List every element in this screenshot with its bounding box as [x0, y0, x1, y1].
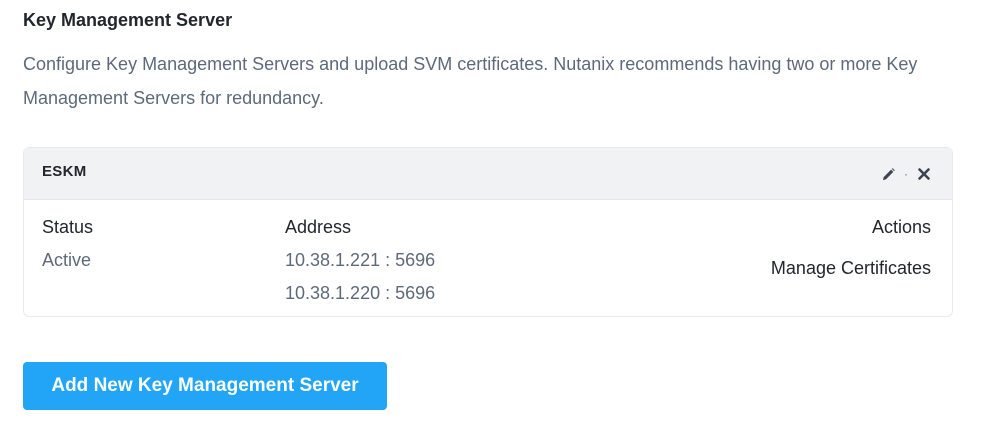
section-description: Configure Key Management Servers and upl…: [23, 54, 918, 108]
card-body: Status Active Address 10.38.1.221 : 5696…: [24, 200, 952, 316]
status-value: Active: [42, 250, 92, 270]
section-title: Key Management Server: [23, 10, 233, 30]
card-header: ESKM ·: [24, 148, 952, 200]
pencil-icon[interactable]: [880, 166, 896, 182]
address-column-label: Address: [285, 217, 352, 237]
actions-column-label: Actions: [871, 217, 931, 237]
kms-server-card: ESKM · Status Active Address 10.38.1.221…: [23, 147, 953, 317]
close-icon[interactable]: [916, 166, 932, 182]
manage-certificates-link[interactable]: Manage Certificates: [771, 258, 931, 279]
address-value-1: 10.38.1.221 : 5696: [285, 250, 436, 270]
status-column-label: Status: [42, 217, 94, 237]
add-new-kms-button[interactable]: Add New Key Management Server: [23, 362, 387, 410]
address-value-2: 10.38.1.220 : 5696: [285, 283, 436, 303]
card-header-actions: ·: [880, 166, 932, 182]
icon-separator: ·: [904, 167, 908, 181]
server-name: ESKM: [42, 163, 87, 180]
